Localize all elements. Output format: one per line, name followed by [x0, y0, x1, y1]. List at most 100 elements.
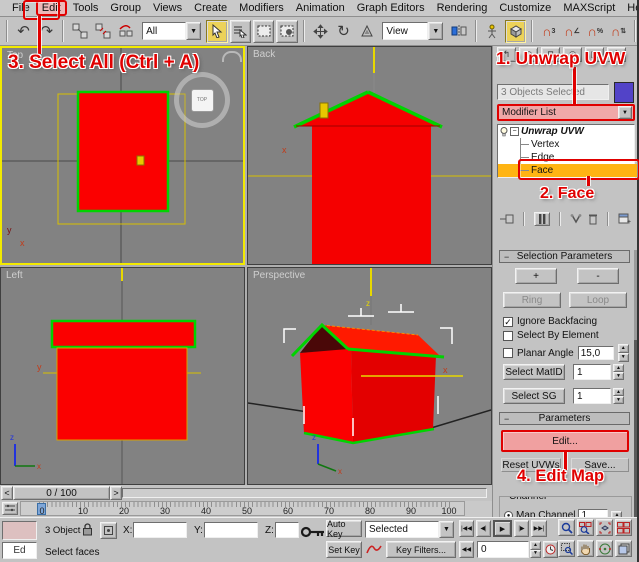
menu-modifiers[interactable]: Modifiers	[233, 1, 290, 15]
reference-coordinate-dropdown[interactable]: View ▼	[382, 22, 443, 40]
select-by-name-button[interactable]	[230, 20, 251, 43]
maximize-viewport-toggle-button[interactable]	[615, 540, 632, 557]
auto-key-button[interactable]: Auto Key	[326, 520, 362, 537]
ring-button[interactable]: Ring	[503, 292, 561, 308]
maxscript-mini-listener[interactable]	[2, 521, 37, 540]
spinner-down-icon[interactable]: ▼	[618, 353, 629, 362]
viewcube[interactable]: TOP	[174, 72, 230, 128]
percent-snap-icon[interactable]: ∩%	[585, 20, 606, 43]
go-to-end-button[interactable]: ▶▶|	[531, 520, 547, 537]
menu-customize[interactable]: Customize	[493, 1, 557, 15]
time-filter-dropdown[interactable]: Selected ▼	[365, 520, 454, 538]
menu-group[interactable]: Group	[104, 1, 147, 15]
snaps-toggle-button[interactable]	[505, 20, 526, 43]
menu-graph-editors[interactable]: Graph Editors	[351, 1, 431, 15]
time-slider-handle[interactable]: 0 / 100	[13, 486, 110, 500]
make-unique-icon[interactable]	[570, 214, 582, 225]
select-object-button[interactable]	[206, 20, 227, 43]
play-button[interactable]: ▶	[493, 520, 512, 537]
spinner-up-icon[interactable]: ▲	[613, 388, 624, 396]
menu-rendering[interactable]: Rendering	[431, 1, 494, 15]
undo-icon[interactable]: ↶	[13, 20, 34, 43]
rotate-view-arrow-icon[interactable]	[222, 51, 242, 62]
pin-stack-icon[interactable]	[500, 213, 514, 225]
spinner-up-icon[interactable]: ▲	[613, 364, 624, 372]
select-and-rotate-icon[interactable]: ↻	[333, 20, 354, 43]
chevron-down-icon[interactable]: ▼	[439, 521, 454, 538]
selection-parameters-rollout-header[interactable]: − Selection Parameters	[499, 250, 630, 263]
menu-create[interactable]: Create	[188, 1, 233, 15]
menu-tools[interactable]: Tools	[67, 1, 105, 15]
collapse-box-icon[interactable]: −	[510, 127, 519, 136]
object-color-swatch[interactable]	[614, 82, 634, 103]
viewport-top[interactable]: Top x y TOP	[0, 46, 245, 265]
unlink-selection-icon[interactable]	[93, 20, 114, 43]
bind-to-space-warp-icon[interactable]	[116, 20, 137, 43]
chevron-down-icon[interactable]: ▼	[428, 22, 443, 40]
edit-uvw-button[interactable]: Edit...	[501, 430, 629, 452]
zoom-button[interactable]	[558, 519, 575, 536]
menu-animation[interactable]: Animation	[290, 1, 351, 15]
remove-modifier-icon[interactable]	[588, 213, 598, 225]
spinner-down-icon[interactable]: ▼	[613, 372, 624, 380]
zoom-all-button[interactable]	[577, 519, 594, 536]
loop-button[interactable]: Loop	[569, 292, 627, 308]
sg-spinner[interactable]: ▲▼	[613, 388, 624, 404]
current-frame-field[interactable]: 0	[477, 541, 529, 558]
select-sg-button[interactable]: Select SG	[503, 388, 565, 404]
planar-angle-checkbox[interactable]	[503, 348, 513, 358]
viewport-perspective[interactable]: Perspective x z z	[247, 267, 492, 485]
previous-frame-button[interactable]: ◀|	[476, 520, 491, 537]
viewport-left-label[interactable]: Left	[6, 270, 23, 281]
chevron-down-icon[interactable]: ▼	[186, 22, 201, 40]
open-mini-curve-editor-button[interactable]	[2, 502, 18, 515]
y-coord-field[interactable]	[204, 522, 258, 538]
viewcube-face[interactable]: TOP	[191, 89, 214, 112]
key-mode-toggle-button[interactable]: ◀◀	[459, 541, 474, 558]
select-and-manipulate-icon[interactable]	[482, 20, 503, 43]
spinner-down-icon[interactable]: ▼	[613, 396, 624, 404]
viewport-back-label[interactable]: Back	[253, 49, 275, 60]
selection-filter-dropdown[interactable]: All ▼	[142, 22, 201, 40]
set-keys-key-icon[interactable]	[301, 524, 325, 540]
absolute-mode-toggle-button[interactable]	[100, 522, 117, 539]
pan-view-button[interactable]	[577, 540, 594, 557]
stack-row-vertex[interactable]: Vertex	[498, 138, 634, 151]
chevron-down-icon[interactable]: ▼	[618, 106, 632, 119]
spinner-snap-icon[interactable]: ∩⇅	[608, 20, 629, 43]
spinner-up-icon[interactable]: ▲	[530, 541, 541, 550]
angle-snap-icon[interactable]: ∩∠	[561, 20, 582, 43]
frame-spinner[interactable]: ▲▼	[530, 541, 541, 558]
mirror-icon[interactable]	[448, 20, 469, 43]
maxscript-listener-line[interactable]: Ed	[2, 542, 37, 559]
select-matid-button[interactable]: Select MatID	[503, 364, 565, 380]
modifier-list-dropdown[interactable]: Modifier List ▼	[497, 104, 635, 121]
ignore-backfacing-checkbox[interactable]: ✓	[503, 317, 513, 327]
track-bar-ruler[interactable]: 0 10 20 30 40 50 60 70 80 90 100	[20, 501, 465, 516]
go-to-start-button[interactable]: |◀◀	[459, 520, 474, 537]
time-slider-track[interactable]	[122, 488, 487, 498]
select-and-move-icon[interactable]	[310, 20, 331, 43]
region-zoom-button[interactable]	[558, 540, 575, 557]
z-coord-field[interactable]	[275, 522, 299, 538]
time-configuration-button[interactable]	[543, 541, 558, 558]
next-frame-button[interactable]: |▶	[514, 520, 529, 537]
select-and-link-icon[interactable]	[69, 20, 90, 43]
bulb-icon[interactable]	[500, 127, 508, 137]
snap-3d-icon[interactable]: ∩3	[538, 20, 559, 43]
show-end-result-button[interactable]	[534, 212, 550, 226]
arc-rotate-button[interactable]	[596, 540, 613, 557]
spinner-up-icon[interactable]: ▲	[618, 344, 629, 353]
key-filters-button[interactable]: Key Filters...	[386, 541, 456, 558]
grow-selection-button[interactable]: +	[515, 268, 557, 284]
rectangular-selection-region-button[interactable]	[253, 20, 274, 43]
spinner-down-icon[interactable]: ▼	[530, 550, 541, 559]
x-coord-field[interactable]	[133, 522, 187, 538]
planar-angle-field[interactable]: 15,0	[578, 346, 614, 360]
viewport-perspective-label[interactable]: Perspective	[253, 270, 305, 281]
zoom-extents-button[interactable]	[596, 519, 613, 536]
select-and-scale-icon[interactable]	[356, 20, 377, 43]
selection-lock-icon[interactable]	[82, 523, 93, 536]
planar-angle-spinner[interactable]: ▲▼	[618, 344, 629, 362]
configure-modifier-sets-icon[interactable]: +	[618, 213, 632, 225]
